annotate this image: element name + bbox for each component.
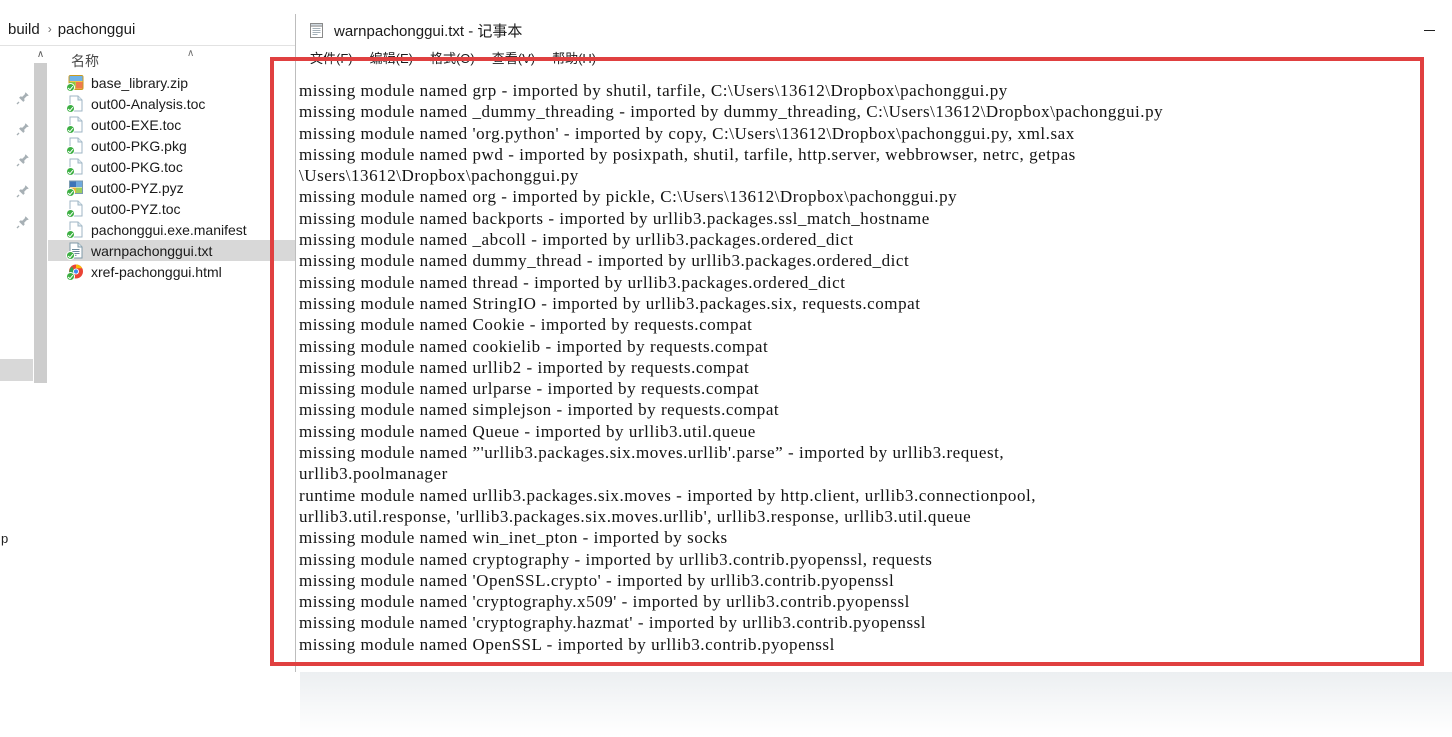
pin-icon[interactable] — [16, 122, 30, 136]
generic-file-icon — [66, 137, 84, 155]
sync-ok-badge-icon — [66, 104, 75, 113]
sync-ok-badge-icon — [66, 125, 75, 134]
file-name: out00-Analysis.toc — [91, 95, 206, 112]
list-item[interactable]: out00-Analysis.toc — [48, 93, 300, 114]
notepad-content[interactable]: missing module named grp - imported by s… — [299, 80, 1163, 655]
file-name: out00-EXE.toc — [91, 116, 182, 133]
python-file-icon — [66, 179, 84, 197]
navigation-pane-scrollbar[interactable]: ∧ — [33, 46, 48, 737]
sync-ok-badge-icon — [66, 230, 75, 239]
pin-icon[interactable] — [16, 184, 30, 198]
sync-ok-badge-icon — [66, 146, 75, 155]
file-name: base_library.zip — [91, 74, 189, 91]
list-item[interactable]: out00-EXE.toc — [48, 114, 300, 135]
chrome-html-file-icon — [66, 263, 84, 281]
notepad-text-area[interactable]: missing module named grp - imported by s… — [296, 68, 1452, 672]
pin-icon[interactable] — [16, 215, 30, 229]
breadcrumb-item-pachonggui[interactable]: pachonggui — [58, 21, 140, 38]
list-item[interactable]: out00-PKG.pkg — [48, 135, 300, 156]
file-name: out00-PYZ.pyz — [91, 179, 184, 196]
breadcrumb-item-build[interactable]: build — [8, 21, 44, 38]
window-controls — [1406, 14, 1452, 46]
notepad-titlebar[interactable]: warnpachonggui.txt - 记事本 — [296, 14, 1452, 46]
list-item[interactable]: out00-PKG.toc — [48, 156, 300, 177]
minimize-button[interactable] — [1406, 14, 1452, 46]
notepad-window: warnpachonggui.txt - 记事本 文件(F) 编辑(E) 格式(… — [295, 14, 1452, 672]
sync-ok-badge-icon — [66, 251, 75, 260]
file-name: xref-pachonggui.html — [91, 263, 222, 280]
menu-help[interactable]: 帮助(H) — [545, 46, 606, 69]
file-name: out00-PKG.pkg — [91, 137, 187, 154]
file-explorer-window: build › pachonggui p ∧ 名称 ∧ base_library… — [0, 0, 300, 737]
menu-edit[interactable]: 编辑(E) — [363, 46, 423, 69]
generic-file-icon — [66, 116, 84, 134]
sync-ok-badge-icon — [66, 272, 75, 281]
pin-icon[interactable] — [16, 91, 30, 105]
file-list-pane: 名称 ∧ base_library.zip out00-Analysis.toc… — [48, 46, 300, 737]
list-item-selected[interactable]: warnpachonggui.txt — [48, 240, 300, 261]
zip-archive-icon — [66, 74, 84, 92]
minimize-icon — [1423, 29, 1435, 31]
menubar: 文件(F) 编辑(E) 格式(O) 查看(V) 帮助(H) — [296, 46, 1452, 68]
menu-view[interactable]: 查看(V) — [485, 46, 545, 69]
list-item[interactable]: base_library.zip — [48, 72, 300, 93]
navigation-tree-selected-item[interactable] — [0, 359, 33, 381]
menu-file[interactable]: 文件(F) — [303, 46, 363, 69]
file-list: base_library.zip out00-Analysis.toc out0… — [48, 72, 300, 282]
file-name: pachonggui.exe.manifest — [91, 221, 247, 238]
generic-file-icon — [66, 200, 84, 218]
scrollbar-track[interactable] — [34, 383, 47, 737]
quick-access-pin-strip — [0, 46, 33, 737]
navigation-tree-partial-label: p — [1, 531, 9, 546]
column-header-row: 名称 ∧ — [48, 46, 300, 74]
file-name: out00-PKG.toc — [91, 158, 183, 175]
sync-ok-badge-icon — [66, 209, 75, 218]
list-item[interactable]: out00-PYZ.toc — [48, 198, 300, 219]
text-file-icon — [66, 242, 84, 260]
generic-file-icon — [66, 158, 84, 176]
sync-ok-badge-icon — [66, 83, 75, 92]
scrollbar-thumb[interactable] — [34, 63, 47, 383]
sort-ascending-caret-icon: ∧ — [187, 48, 195, 59]
file-name: out00-PYZ.toc — [91, 200, 181, 217]
screen: build › pachonggui p ∧ 名称 ∧ base_library… — [0, 0, 1452, 737]
list-item[interactable]: pachonggui.exe.manifest — [48, 219, 300, 240]
generic-file-icon — [66, 95, 84, 113]
file-name: warnpachonggui.txt — [91, 242, 213, 259]
breadcrumb-separator-icon: › — [47, 22, 52, 36]
pin-icon[interactable] — [16, 153, 30, 167]
generic-file-icon — [66, 221, 84, 239]
scroll-up-caret-icon[interactable]: ∧ — [33, 46, 48, 63]
desktop-background — [300, 672, 1452, 737]
sync-ok-badge-icon — [66, 167, 75, 176]
sync-ok-badge-icon — [66, 188, 75, 197]
list-item[interactable]: out00-PYZ.pyz — [48, 177, 300, 198]
window-title: warnpachonggui.txt - 记事本 — [334, 22, 523, 40]
menu-format[interactable]: 格式(O) — [423, 46, 485, 69]
list-item[interactable]: xref-pachonggui.html — [48, 261, 300, 282]
column-header-name[interactable]: 名称 — [71, 51, 99, 71]
notepad-icon — [308, 22, 325, 39]
breadcrumb[interactable]: build › pachonggui — [0, 14, 300, 44]
